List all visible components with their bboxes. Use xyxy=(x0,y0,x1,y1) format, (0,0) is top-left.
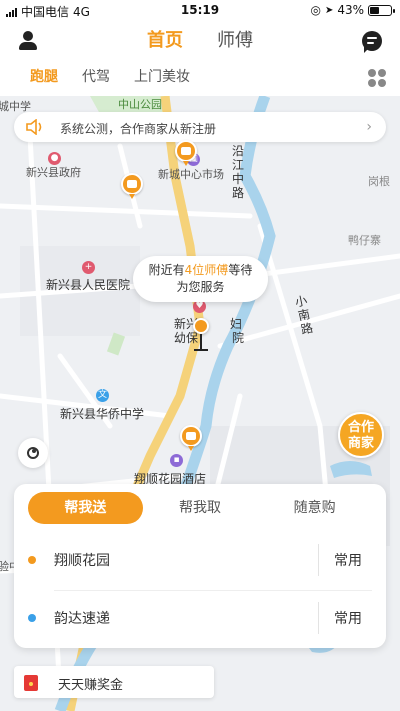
common-address-button[interactable]: 常用 xyxy=(334,550,362,570)
tab-master[interactable]: 师傅 xyxy=(217,26,253,56)
daily-reward-banner[interactable]: 天天赚奖金 xyxy=(14,666,214,698)
map-label-park: 中山公园 xyxy=(118,98,162,111)
tab-send[interactable]: 帮我送 xyxy=(28,492,143,524)
address-dot-icon xyxy=(28,556,36,564)
partner-merchant-button[interactable]: 合作 商家 xyxy=(338,412,384,458)
address-name: 翔顺花园 xyxy=(54,553,110,569)
location-pin-icon xyxy=(193,318,209,334)
tab-buy[interactable]: 随意购 xyxy=(257,492,372,524)
courier-marker[interactable] xyxy=(180,425,202,451)
service-tabs: 跑腿 代驾 上门美妆 xyxy=(30,66,190,86)
partner-line2: 商家 xyxy=(347,436,374,451)
map-label-village2: 鸭仔寨 xyxy=(348,234,381,247)
map-label-market: 新城中心市场 xyxy=(158,168,224,181)
order-type-tabs: 帮我送 帮我取 随意购 xyxy=(28,492,372,524)
bubble-prefix: 附近有 xyxy=(148,263,185,277)
bubble-line2: 为您服务 xyxy=(176,280,225,294)
address-name: 韵达速递 xyxy=(54,611,110,627)
red-envelope-icon xyxy=(24,675,38,691)
chevron-right-icon: › xyxy=(366,119,372,135)
hospital-poi-icon: + xyxy=(82,261,95,274)
courier-marker[interactable] xyxy=(175,140,197,166)
map-label-road: 沿江中路 xyxy=(232,144,245,200)
address-separator xyxy=(318,544,319,576)
status-bar: 中国电信 4G 15:19 ◎ ➤ 43% xyxy=(0,0,400,22)
message-icon[interactable] xyxy=(362,31,382,53)
locate-me-icon[interactable] xyxy=(18,438,48,468)
more-services-icon[interactable] xyxy=(368,69,386,87)
bubble-count: 4位师傅 xyxy=(184,263,229,277)
reward-label: 天天赚奖金 xyxy=(58,678,124,693)
map-label-fuyou-d: 院 xyxy=(232,331,245,345)
map-label-hospital: 新兴县人民医院 xyxy=(46,278,131,292)
address-separator xyxy=(318,602,319,634)
battery-icon xyxy=(368,4,395,16)
tab-errand[interactable]: 跑腿 xyxy=(30,66,58,86)
map-label-gov: 新兴县政府 xyxy=(26,166,81,179)
school-poi-icon: 文 xyxy=(96,389,109,402)
map-label-huaqiao: 新兴县华侨中学 xyxy=(60,407,145,421)
order-panel: 帮我送 帮我取 随意购 翔顺花园 常用 韵达速递 常用 xyxy=(14,484,386,648)
partner-line1: 合作 xyxy=(347,420,374,435)
address-dot-icon xyxy=(28,614,36,622)
address-row-to[interactable]: 韵达速递 常用 xyxy=(14,592,386,644)
nearby-masters-bubble: 附近有4位师傅等待 为您服务 xyxy=(133,256,268,302)
address-row-from[interactable]: 翔顺花园 常用 xyxy=(14,534,386,586)
location-pin-stem xyxy=(200,334,202,350)
hotel-poi-icon: ▪ xyxy=(170,454,183,467)
map-label-village: 岗根 xyxy=(368,175,390,188)
tab-home[interactable]: 首页 xyxy=(147,26,183,56)
address-divider xyxy=(54,590,372,591)
main-tabs: 首页 师傅 xyxy=(0,26,400,56)
battery-percent: 43% xyxy=(337,3,364,17)
tab-pickup[interactable]: 帮我取 xyxy=(143,492,258,524)
notice-text: 系统公测，合作商家从新注册 xyxy=(60,122,217,136)
courier-marker[interactable] xyxy=(121,173,143,199)
battery-fill xyxy=(370,6,380,14)
tab-driver[interactable]: 代驾 xyxy=(82,66,110,86)
status-right: ◎ ➤ 43% xyxy=(310,3,395,17)
location-pin-base xyxy=(194,349,208,351)
speaker-icon xyxy=(26,119,42,135)
top-header: 首页 师傅 xyxy=(0,22,400,62)
tab-makeup[interactable]: 上门美妆 xyxy=(134,66,190,86)
bubble-line1: 附近有4位师傅等待 xyxy=(133,262,268,279)
rotation-lock-icon: ◎ xyxy=(310,3,321,17)
bubble-suffix: 等待 xyxy=(228,263,253,277)
notice-bar[interactable]: 系统公测，合作商家从新注册 › xyxy=(14,112,386,142)
common-address-button[interactable]: 常用 xyxy=(334,608,362,628)
location-icon: ➤ xyxy=(324,4,334,16)
